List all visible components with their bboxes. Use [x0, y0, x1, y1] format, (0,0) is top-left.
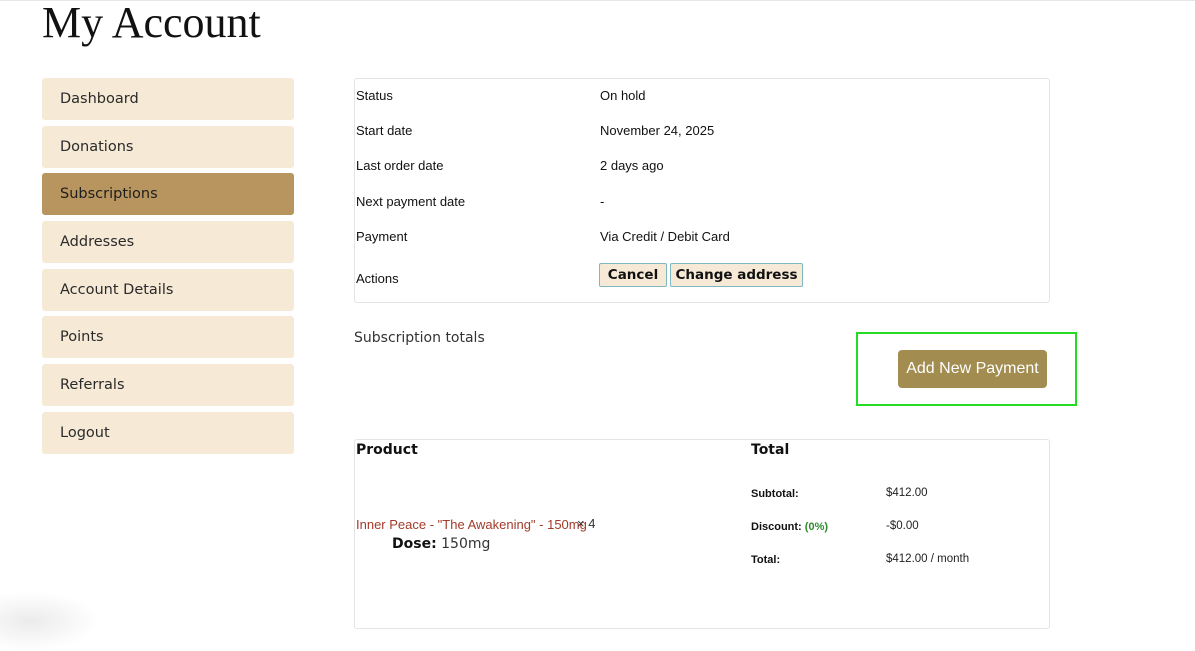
start-date-value: November 24, 2025 [600, 123, 715, 138]
sidebar-item-referrals[interactable]: Referrals [42, 364, 294, 407]
next-payment-date-label: Next payment date [356, 194, 466, 209]
discount-percent: (0%) [804, 521, 829, 533]
sidebar-item-points[interactable]: Points [42, 316, 294, 359]
page-title: My Account [42, 0, 261, 47]
actions-label: Actions [356, 271, 399, 286]
sidebar-item-account-details[interactable]: Account Details [42, 268, 294, 311]
discount-label-text: Discount: [751, 521, 802, 533]
product-dose: Dose: 150mg [392, 536, 490, 552]
payment-value: Via Credit / Debit Card [600, 229, 730, 244]
subtotal-value: $412.00 [886, 487, 928, 499]
sidebar-item-donations[interactable]: Donations [42, 125, 294, 168]
discount-label: Discount: (0%) [751, 521, 828, 533]
product-link[interactable]: Inner Peace - "The Awakening" - 150mg [356, 517, 587, 532]
start-date-label: Start date [356, 123, 413, 138]
status-label: Status [356, 88, 393, 103]
sidebar-item-label: Dashboard [60, 91, 139, 107]
add-new-payment-button[interactable]: Add New Payment [898, 350, 1047, 388]
sidebar-item-label: Logout [60, 424, 110, 441]
sidebar-item-label: Account Details [60, 281, 174, 298]
total-label: Total: [751, 554, 781, 566]
sidebar-item-dashboard[interactable]: Dashboard [42, 78, 294, 120]
last-order-date-label: Last order date [356, 158, 444, 173]
sidebar-item-subscriptions[interactable]: Subscriptions [42, 173, 294, 216]
last-order-date-value: 2 days ago [600, 158, 664, 173]
sidebar-item-label: Donations [60, 138, 134, 155]
total-column-header: Total [751, 442, 790, 458]
sidebar-item-addresses[interactable]: Addresses [42, 221, 294, 264]
cancel-button[interactable]: Cancel [599, 263, 667, 287]
sidebar-item-label: Subscriptions [60, 186, 158, 203]
order-totals-table: Product Total Inner Peace - "The Awakeni… [354, 439, 1050, 629]
discount-value: -$0.00 [886, 520, 919, 532]
sidebar-item-label: Referrals [60, 377, 125, 394]
product-column-header: Product [356, 442, 418, 458]
account-navigation: Dashboard Donations Subscriptions Addres… [42, 78, 294, 460]
change-address-button[interactable]: Change address [670, 263, 803, 287]
next-payment-date-value: - [600, 194, 605, 209]
subtotal-label: Subtotal: [751, 488, 799, 500]
status-value: On hold [600, 88, 646, 103]
sidebar-item-label: Points [60, 329, 104, 346]
sidebar-item-logout[interactable]: Logout [42, 411, 294, 454]
subscription-totals-heading: Subscription totals [354, 330, 485, 346]
subscription-details-table: Status On hold Start date November 24, 2… [354, 78, 1050, 303]
dose-label: Dose: [392, 536, 437, 552]
corner-shadow [0, 591, 100, 651]
payment-label: Payment [356, 229, 408, 244]
dose-value: 150mg [441, 536, 491, 552]
total-value: $412.00 / month [886, 553, 970, 565]
sidebar-item-label: Addresses [60, 234, 135, 251]
product-quantity: × 4 [577, 516, 596, 531]
